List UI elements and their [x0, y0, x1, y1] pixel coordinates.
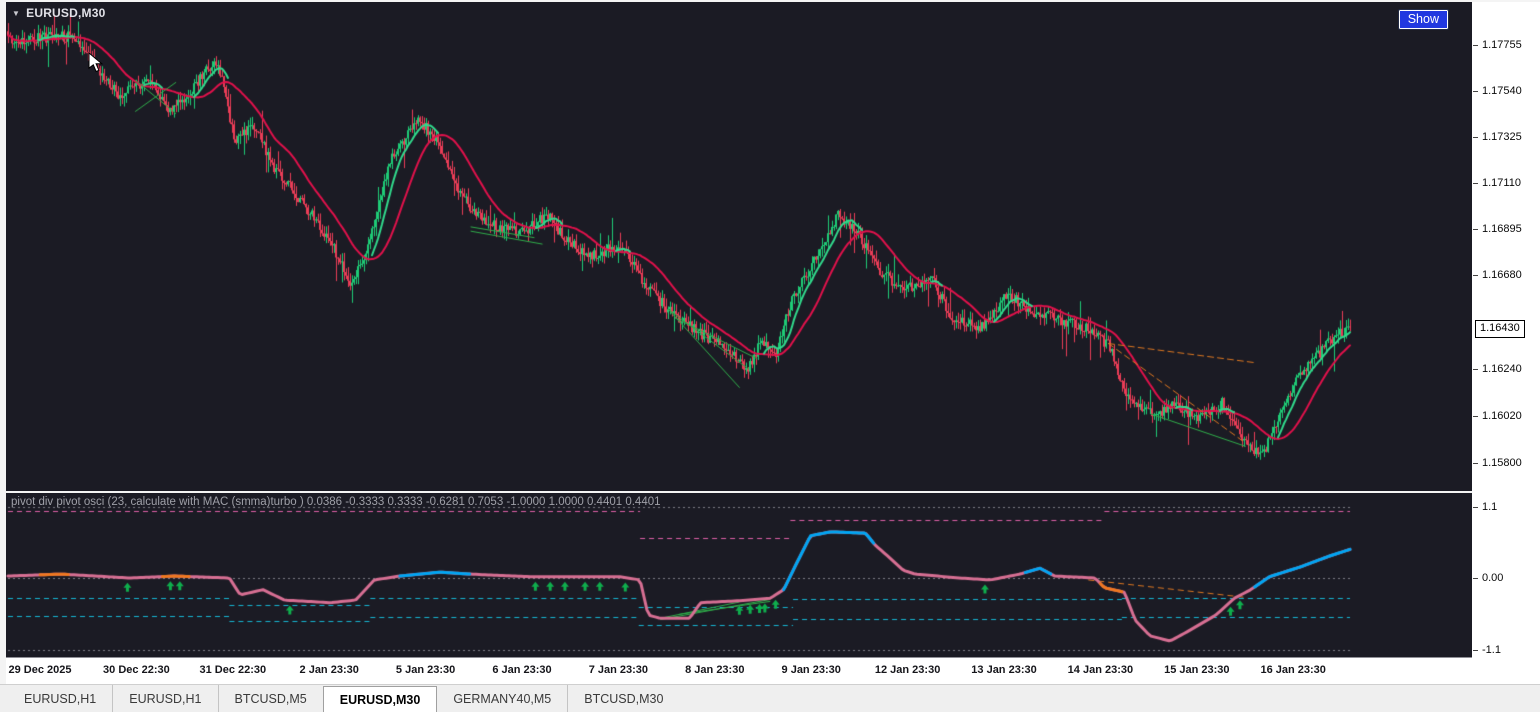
scale-tick [1473, 137, 1478, 139]
price-scale[interactable]: 1.16430 1.17755 1.17540 1.17325 1.17110 1.16… [1472, 2, 1540, 683]
scale-tick [1473, 229, 1478, 231]
scale-tick [1473, 91, 1478, 93]
price-chart-canvas[interactable] [6, 2, 1472, 491]
chart-tab-0-eurusd-h1[interactable]: EURUSD,H1 [8, 685, 112, 712]
indicator-panel: pivot div pivot osci (23, calculate with… [6, 493, 1472, 657]
chevron-down-icon[interactable]: ▼ [12, 9, 20, 18]
time-axis-label: 5 Jan 23:30 [395, 664, 456, 676]
time-axis-label: 14 Jan 23:30 [1067, 664, 1134, 676]
show-button[interactable]: Show [1397, 9, 1450, 30]
time-axis-label: 8 Jan 23:30 [685, 664, 745, 676]
time-axis-label: 29 Dec 2025 [8, 664, 72, 676]
price-scale-label: 1.16240 [1482, 363, 1522, 376]
time-axis-label: 7 Jan 23:30 [588, 664, 649, 676]
price-scale-label: 1.17325 [1482, 131, 1522, 144]
symbol-text: EURUSD,M30 [26, 6, 106, 20]
indicator-label: pivot div pivot osci (23, calculate with… [11, 496, 661, 508]
time-axis-label: 2 Jan 23:30 [299, 664, 359, 676]
scale-tick [1473, 416, 1478, 418]
time-axis-label: 31 Dec 22:30 [199, 664, 267, 676]
time-axis-label: 6 Jan 23:30 [492, 664, 552, 676]
price-scale-label: 1.17540 [1482, 85, 1522, 98]
scale-tick [1473, 369, 1478, 371]
price-scale-label: 1.16895 [1482, 223, 1522, 236]
scale-tick [1473, 275, 1478, 277]
time-axis-label: 13 Jan 23:30 [971, 664, 1037, 676]
chart-tab-3-eurusd-m30[interactable]: EURUSD,M30 [322, 686, 438, 712]
current-price-box: 1.16430 [1475, 319, 1525, 338]
scale-tick [1473, 649, 1478, 651]
time-axis-label: 30 Dec 22:30 [103, 664, 170, 676]
price-scale-label: 1.17755 [1482, 39, 1522, 52]
mouse-cursor [88, 52, 104, 73]
mt4-terminal: ▼ EURUSD,M30 Show pivot div pivot osci (… [0, 0, 1540, 712]
price-scale-label: 1.16020 [1482, 410, 1522, 423]
scale-tick [1473, 578, 1478, 579]
chart-symbol-label: ▼ EURUSD,M30 [12, 6, 105, 20]
indicator-scale-label: 0.00 [1482, 572, 1504, 584]
price-chart-panel: ▼ EURUSD,M30 Show [6, 2, 1472, 491]
chart-tab-bar: EURUSD,H1 EURUSD,H1 BTCUSD,M5 EURUSD,M30 GER… [0, 684, 1540, 712]
price-scale-label: 1.17110 [1482, 177, 1521, 190]
chart-tab-4-germany40-m5[interactable]: GERMANY40,M5 [437, 685, 567, 712]
chart-tab-5-btcusd-m30[interactable]: BTCUSD,M30 [567, 685, 679, 712]
price-scale-label: 1.15800 [1482, 457, 1522, 470]
chart-tab-1-eurusd-h1[interactable]: EURUSD,H1 [112, 685, 217, 712]
time-axis-label: 9 Jan 23:30 [781, 664, 841, 676]
scale-tick [1473, 506, 1478, 508]
indicator-scale-label: -1.1 [1482, 643, 1501, 656]
chart-tab-2-btcusd-m5[interactable]: BTCUSD,M5 [217, 685, 323, 712]
time-axis-label: 16 Jan 23:30 [1260, 664, 1326, 676]
time-axis-label: 12 Jan 23:30 [874, 664, 941, 676]
price-scale-label: 1.16680 [1482, 269, 1522, 282]
time-axis-label: 15 Jan 23:30 [1164, 664, 1230, 676]
time-axis[interactable]: 29 Dec 2025 30 Dec 22:30 31 Dec 22:30 2 Jan… [6, 657, 1540, 684]
indicator-canvas[interactable] [6, 493, 1472, 657]
scale-tick [1473, 463, 1478, 465]
scale-tick [1473, 183, 1478, 185]
scale-tick [1473, 45, 1478, 47]
indicator-scale-label: 1.1 [1482, 500, 1498, 513]
